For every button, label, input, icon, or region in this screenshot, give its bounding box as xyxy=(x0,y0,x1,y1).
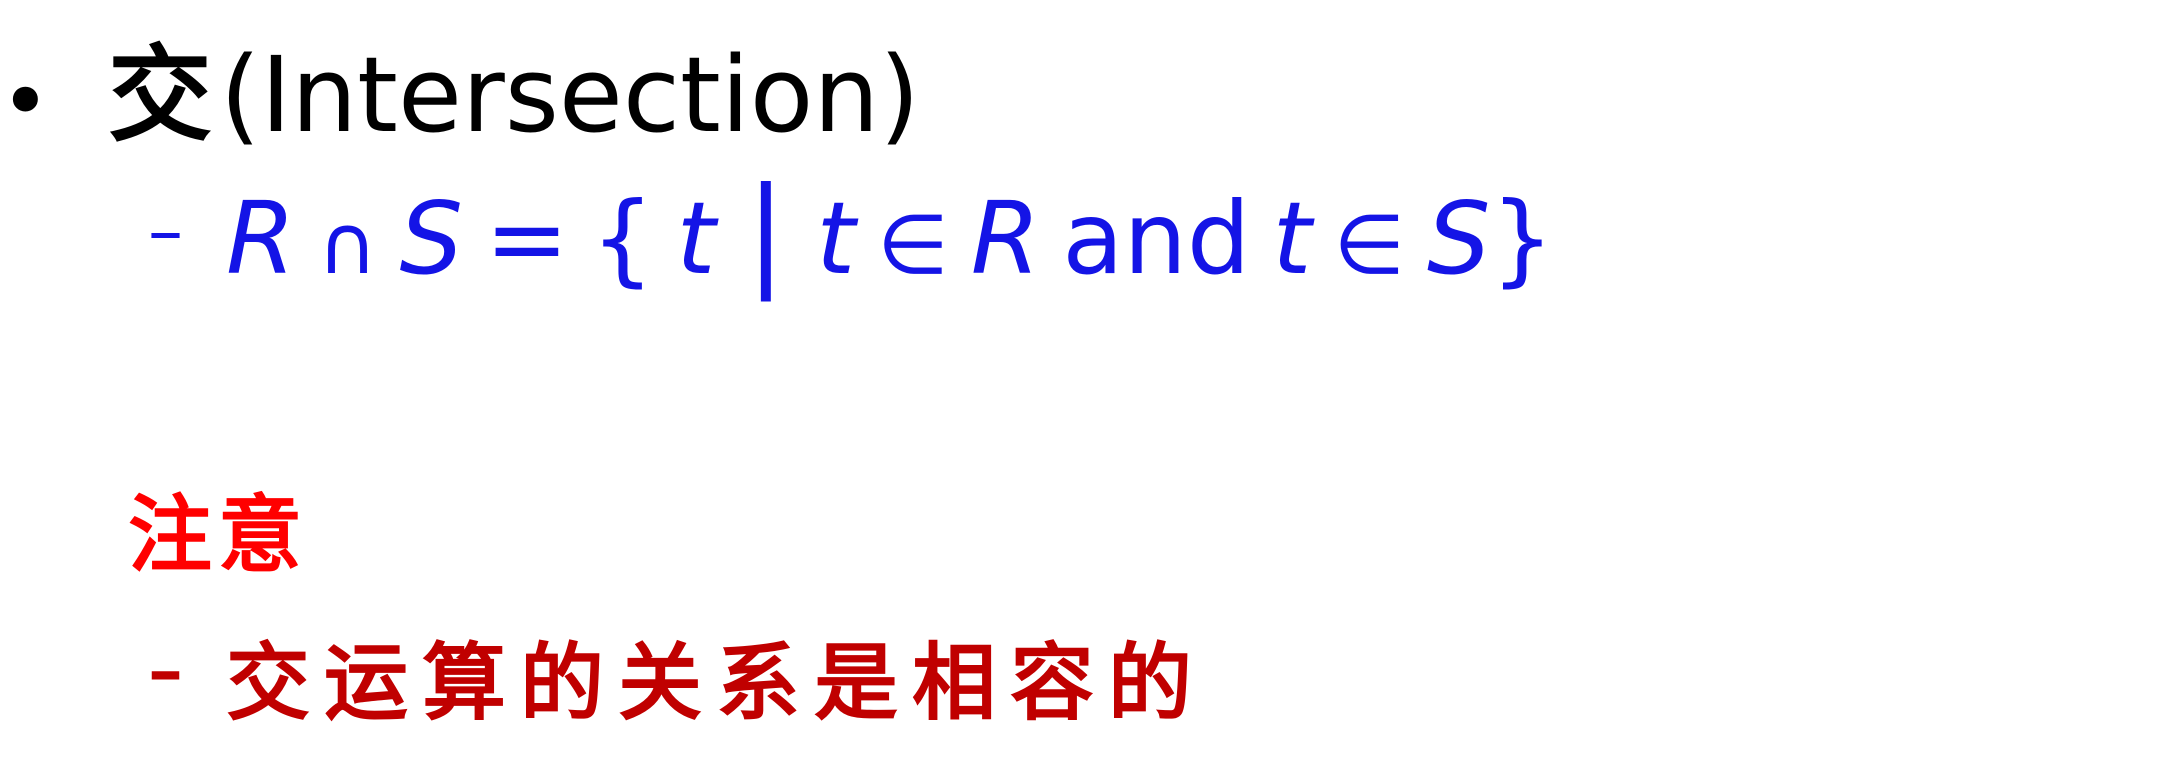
note-dash: – xyxy=(148,628,197,711)
formula-equals: = xyxy=(485,180,569,297)
note-body-text: 交运算的关系是相容的 xyxy=(226,633,1207,732)
formula-tuple-t: t xyxy=(676,180,716,297)
formula-intersection-symbol: ∩ xyxy=(317,198,378,293)
note-title: 注意 xyxy=(128,485,309,584)
formula-relation-s: S xyxy=(1427,180,1491,297)
formula-element-of-symbol: ∈ xyxy=(1333,198,1406,293)
heading-latin-text: (Intersection) xyxy=(220,34,920,156)
formula-relation-s: S xyxy=(399,180,463,297)
formula-line: – R ∩ S = { t | t ∈ R and t ∈ S } xyxy=(148,163,1555,302)
formula-relation-r: R xyxy=(226,180,296,297)
formula-left-brace: { xyxy=(590,180,655,297)
bullet-icon: • xyxy=(0,52,51,152)
note-body-line: – 交运算的关系是相容的 xyxy=(148,616,1206,737)
formula-relation-r: R xyxy=(970,180,1041,297)
formula-such-that-bar: | xyxy=(745,163,787,302)
slide: • 交 (Intersection) – R ∩ S = { t | t ∈ R… xyxy=(0,0,2184,774)
heading-line: • 交 (Intersection) xyxy=(0,10,920,161)
formula-tuple-t: t xyxy=(1272,180,1312,297)
formula-tuple-t: t xyxy=(816,180,856,297)
formula-dash: – xyxy=(148,190,183,272)
formula-and-word: and xyxy=(1062,180,1251,297)
formula-right-brace: } xyxy=(1490,180,1555,297)
heading-cjk-text: 交 xyxy=(108,33,213,156)
formula-element-of-symbol: ∈ xyxy=(877,198,949,293)
